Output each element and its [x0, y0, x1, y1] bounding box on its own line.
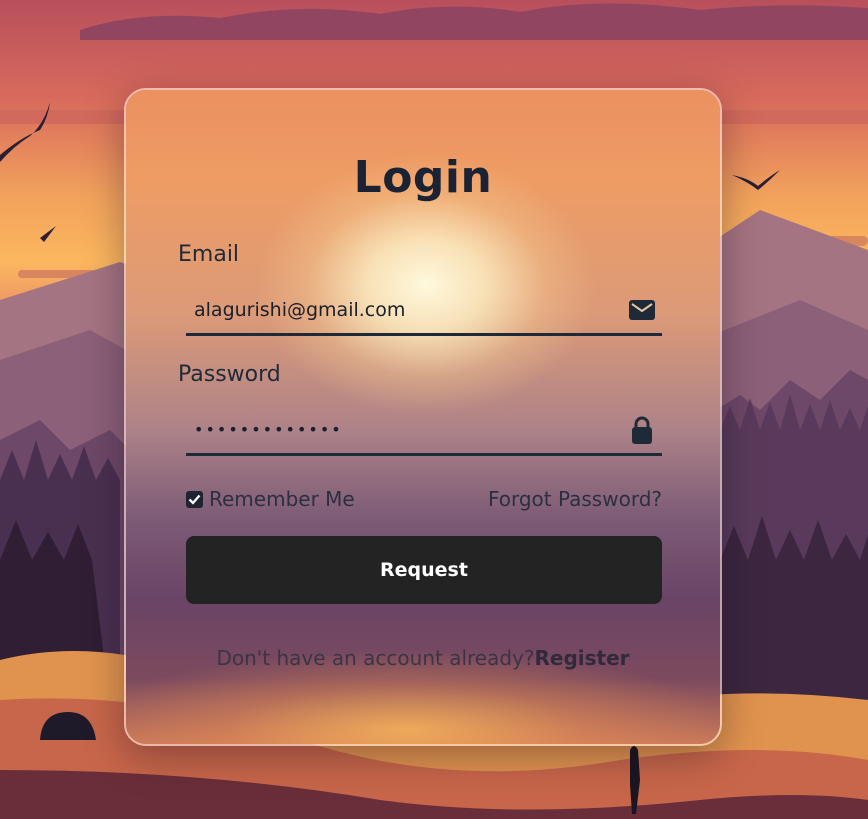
login-title: Login [353, 152, 493, 203]
envelope-icon [622, 286, 662, 333]
password-input[interactable] [186, 406, 622, 453]
checkmark-icon [188, 494, 201, 505]
email-input[interactable] [186, 286, 622, 333]
no-account-text: Don't have an account already? [216, 646, 535, 670]
email-label: Email [178, 242, 240, 267]
remember-me-checkbox[interactable] [186, 490, 203, 508]
email-field-row [186, 286, 662, 336]
lock-icon [622, 406, 662, 453]
remember-me[interactable]: Remember Me [186, 487, 355, 511]
forgot-password-link[interactable]: Forgot Password? [488, 487, 662, 511]
options-row: Remember Me Forgot Password? [186, 482, 662, 516]
password-label: Password [178, 362, 281, 387]
remember-me-label: Remember Me [209, 487, 355, 511]
register-link[interactable]: Register [535, 646, 630, 670]
login-card: Login Email Password [124, 88, 722, 746]
password-field-row [186, 406, 662, 456]
register-prompt: Don't have an account already?Register [126, 646, 720, 670]
request-button[interactable]: Request [186, 536, 662, 604]
